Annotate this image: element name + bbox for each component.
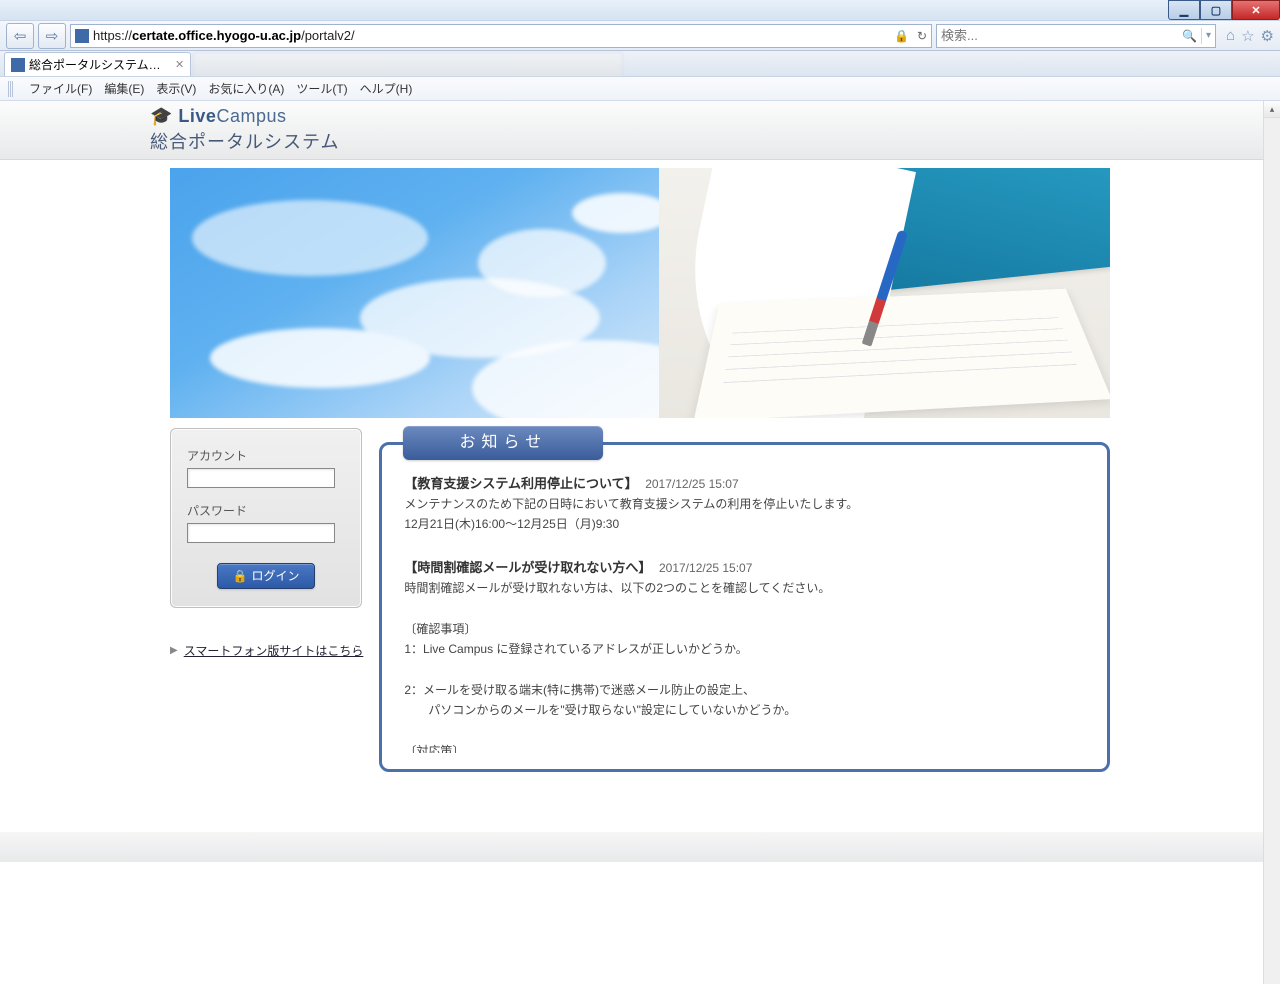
site-favicon-icon xyxy=(75,29,89,43)
notice-section: お知らせ 【教育支援システム利用停止について】 2017/12/25 15:07… xyxy=(379,428,1110,772)
notice-body: 時間割確認メールが受け取れない方は、以下の2つのことを確認してください。 〔確認… xyxy=(404,578,1067,753)
brand-subtitle: 総合ポータルシステム xyxy=(150,128,339,154)
forward-button[interactable]: ⇨ xyxy=(38,23,66,49)
address-bar[interactable]: https://certate.office.hyogo-u.ac.jp/por… xyxy=(70,24,932,48)
window-minimize-button[interactable]: ▁ xyxy=(1168,0,1200,20)
notice-panel: 【教育支援システム利用停止について】 2017/12/25 15:07 メンテナン… xyxy=(379,442,1110,772)
page-header: 🎓 LiveCampus 総合ポータルシステム xyxy=(0,101,1280,160)
smartphone-link[interactable]: スマートフォン版サイトはこちら xyxy=(184,642,364,659)
toolbar-right-icons: ⌂ ☆ ⚙ xyxy=(1226,27,1274,45)
scroll-up-icon[interactable]: ▴ xyxy=(1264,101,1280,118)
menu-tools[interactable]: ツール(T) xyxy=(296,80,347,97)
account-input[interactable] xyxy=(187,468,335,488)
back-button[interactable]: ⇦ xyxy=(6,23,34,49)
page-footer-strip xyxy=(0,832,1280,862)
dropdown-icon[interactable]: ▾ xyxy=(1206,30,1211,41)
url-text: https://certate.office.hyogo-u.ac.jp/por… xyxy=(93,28,886,43)
smartphone-link-row: ▶ スマートフォン版サイトはこちら xyxy=(170,642,363,659)
home-icon[interactable]: ⌂ xyxy=(1226,27,1235,45)
notice-scroll-area[interactable]: 【教育支援システム利用停止について】 2017/12/25 15:07 メンテナン… xyxy=(404,473,1085,753)
notice-item: 【時間割確認メールが受け取れない方へ】 2017/12/25 15:07 時間割確… xyxy=(404,557,1067,753)
lock-icon: 🔒 xyxy=(233,569,248,583)
background-tab[interactable] xyxy=(193,52,623,76)
login-panel: アカウント パスワード 🔒ログイン xyxy=(170,428,362,608)
gear-icon[interactable]: ⚙ xyxy=(1261,27,1274,45)
notice-title: 【時間割確認メールが受け取れない方へ】 2017/12/25 15:07 xyxy=(404,557,1067,576)
star-icon[interactable]: ☆ xyxy=(1241,27,1254,45)
content-row: アカウント パスワード 🔒ログイン ▶ スマートフォン版サイトはこちら お知らせ… xyxy=(170,428,1110,772)
notice-item: 【教育支援システム利用停止について】 2017/12/25 15:07 メンテナン… xyxy=(404,473,1067,535)
login-button-label: ログイン xyxy=(251,569,299,583)
search-box[interactable]: 🔍 ▾ xyxy=(936,24,1216,48)
active-tab[interactable]: 総合ポータルシステム Li... ✕ xyxy=(4,52,191,76)
password-input[interactable] xyxy=(187,523,335,543)
refresh-icon[interactable]: ↻ xyxy=(917,29,927,43)
brand-name: LiveCampus xyxy=(178,106,286,127)
account-label: アカウント xyxy=(187,447,345,464)
tab-title: 総合ポータルシステム Li... xyxy=(29,56,169,73)
notice-date: 2017/12/25 15:07 xyxy=(659,561,752,575)
menu-grip-icon xyxy=(8,81,13,97)
window-close-button[interactable]: ✕ xyxy=(1232,0,1280,20)
window-titlebar: ▁ ▢ ✕ xyxy=(0,0,1280,20)
menu-bar: ファイル(F) 編集(E) 表示(V) お気に入り(A) ツール(T) ヘルプ(… xyxy=(0,77,1280,101)
menu-help[interactable]: ヘルプ(H) xyxy=(360,80,413,97)
separator xyxy=(1201,28,1202,44)
tab-favicon-icon xyxy=(11,58,25,72)
page-viewport: ▴ 🎓 LiveCampus 総合ポータルシステム アカウント パスワード 🔒ロ… xyxy=(0,101,1280,984)
window-maximize-button[interactable]: ▢ xyxy=(1200,0,1232,20)
graduation-cap-icon: 🎓 xyxy=(150,106,172,127)
browser-toolbar: ⇦ ⇨ https://certate.office.hyogo-u.ac.jp… xyxy=(0,20,1280,51)
menu-view[interactable]: 表示(V) xyxy=(156,80,196,97)
page-scrollbar[interactable]: ▴ xyxy=(1263,101,1280,984)
lock-icon: 🔒 xyxy=(894,29,909,43)
login-button[interactable]: 🔒ログイン xyxy=(217,563,315,589)
notice-body: メンテナンスのため下記の日時において教育支援システムの利用を停止いたします。12… xyxy=(404,494,1067,535)
tabs-row: 総合ポータルシステム Li... ✕ xyxy=(0,51,1280,77)
search-input[interactable] xyxy=(941,28,1182,43)
menu-favorites[interactable]: お気に入り(A) xyxy=(208,80,284,97)
notice-heading: お知らせ xyxy=(403,426,603,460)
menu-file[interactable]: ファイル(F) xyxy=(29,80,92,97)
notice-title: 【教育支援システム利用停止について】 2017/12/25 15:07 xyxy=(404,473,1067,492)
tab-close-icon[interactable]: ✕ xyxy=(175,58,184,71)
triangle-icon: ▶ xyxy=(170,645,178,656)
notice-date: 2017/12/25 15:07 xyxy=(645,477,738,491)
menu-edit[interactable]: 編集(E) xyxy=(104,80,144,97)
hero-image xyxy=(170,168,1110,418)
search-icon[interactable]: 🔍 xyxy=(1182,29,1197,43)
password-label: パスワード xyxy=(187,502,345,519)
